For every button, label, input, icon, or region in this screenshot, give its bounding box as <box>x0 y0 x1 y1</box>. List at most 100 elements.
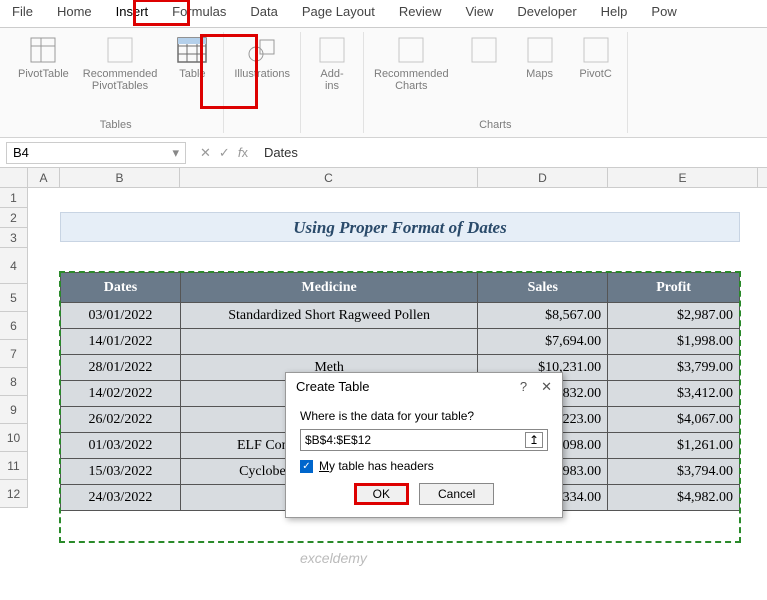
ribbon-group-label: Tables <box>100 117 132 133</box>
cell[interactable]: $1,998.00 <box>608 329 740 355</box>
cell[interactable]: $7,694.00 <box>478 329 608 355</box>
tab-view[interactable]: View <box>453 0 505 27</box>
formula-bar-row: B4 ▾ ✕ ✓ fx Dates <box>0 138 767 168</box>
row-header-4[interactable]: 4 <box>0 248 27 284</box>
chart-icon <box>468 34 500 66</box>
table-button-highlight <box>200 34 258 109</box>
ribbon-add--button[interactable]: Add-ins <box>307 32 357 94</box>
tab-help[interactable]: Help <box>589 0 640 27</box>
range-input[interactable]: $B$4:$E$12 ↥ <box>300 429 548 451</box>
ribbon-chart-button[interactable] <box>459 32 509 70</box>
close-icon[interactable]: ✕ <box>541 379 552 395</box>
cell[interactable]: $4,067.00 <box>608 407 740 433</box>
ribbon-group: RecommendedCharts MapsPivotC Charts <box>364 32 628 133</box>
row-header-10[interactable]: 10 <box>0 424 27 452</box>
tab-pow[interactable]: Pow <box>639 0 688 27</box>
ribbon-group: PivotTableRecommendedPivotTablesTableTab… <box>8 32 224 133</box>
row-header-8[interactable]: 8 <box>0 368 27 396</box>
cell[interactable]: $2,987.00 <box>608 303 740 329</box>
checkbox-checked-icon[interactable]: ✓ <box>300 460 313 473</box>
cell[interactable]: $3,794.00 <box>608 459 740 485</box>
tab-home[interactable]: Home <box>45 0 104 27</box>
formula-bar[interactable]: Dates <box>256 143 767 162</box>
row-header-2[interactable]: 2 <box>0 208 27 228</box>
ribbon-pivotc-button[interactable]: PivotC <box>571 32 621 82</box>
ribbon-group: Add-ins <box>301 32 364 133</box>
pivotc-icon <box>580 34 612 66</box>
cell[interactable]: Standardized Short Ragweed Pollen <box>180 303 477 329</box>
row-header-12[interactable]: 12 <box>0 480 27 508</box>
tab-page layout[interactable]: Page Layout <box>290 0 387 27</box>
cell[interactable] <box>180 329 477 355</box>
ribbon-group-label: Charts <box>479 117 511 133</box>
ok-button[interactable]: OK <box>354 483 409 505</box>
collapse-icon[interactable]: ↥ <box>525 432 543 448</box>
row-header-3[interactable]: 3 <box>0 228 27 248</box>
cell[interactable]: 03/01/2022 <box>61 303 181 329</box>
name-box-value: B4 <box>13 145 29 160</box>
headers-checkbox-row[interactable]: ✓ MMy table has headersy table has heade… <box>300 459 548 473</box>
select-all-corner[interactable] <box>0 168 28 187</box>
cancel-icon[interactable]: ✕ <box>200 145 211 161</box>
col-header-B[interactable]: B <box>60 168 180 187</box>
fx-icon[interactable]: fx <box>238 145 248 161</box>
header-sales[interactable]: Sales <box>478 273 608 303</box>
ribbon-maps-button[interactable]: Maps <box>515 32 565 82</box>
col-header-E[interactable]: E <box>608 168 758 187</box>
tab-bar: FileHomeInsertFormulasDataPage LayoutRev… <box>0 0 767 28</box>
formula-icons: ✕ ✓ fx <box>192 145 256 161</box>
row-header-6[interactable]: 6 <box>0 312 27 340</box>
cell[interactable]: 24/03/2022 <box>61 485 181 511</box>
cell[interactable]: 14/01/2022 <box>61 329 181 355</box>
watermark: exceldemy <box>300 550 367 566</box>
row-header-9[interactable]: 9 <box>0 396 27 424</box>
row-headers: 123456789101112 <box>0 188 28 508</box>
title-banner: Using Proper Format of Dates <box>60 212 740 242</box>
add--icon <box>316 34 348 66</box>
column-headers: ABCDE <box>0 168 767 188</box>
tab-review[interactable]: Review <box>387 0 454 27</box>
cancel-button[interactable]: Cancel <box>419 483 494 505</box>
cell[interactable]: $8,567.00 <box>478 303 608 329</box>
dialog-question: Where is the data for your table? <box>300 409 548 423</box>
cell[interactable]: 15/03/2022 <box>61 459 181 485</box>
cell[interactable]: $1,261.00 <box>608 433 740 459</box>
cell[interactable]: $3,799.00 <box>608 355 740 381</box>
help-icon[interactable]: ? <box>520 379 527 395</box>
dropdown-icon[interactable]: ▾ <box>172 145 179 161</box>
cell[interactable]: 28/01/2022 <box>61 355 181 381</box>
tab-file[interactable]: File <box>0 0 45 27</box>
col-header-D[interactable]: D <box>478 168 608 187</box>
range-value: $B$4:$E$12 <box>305 433 371 447</box>
checkbox-label: MMy table has headersy table has headers <box>319 459 434 473</box>
header-dates[interactable]: Dates <box>61 273 181 303</box>
dialog-title: Create Table <box>296 379 369 395</box>
name-box[interactable]: B4 ▾ <box>6 142 186 164</box>
recommended-icon <box>395 34 427 66</box>
ribbon-pivottable-button[interactable]: PivotTable <box>14 32 73 82</box>
row-header-7[interactable]: 7 <box>0 340 27 368</box>
row-header-1[interactable]: 1 <box>0 188 27 208</box>
row-header-11[interactable]: 11 <box>0 452 27 480</box>
table-row: 14/01/2022 $7,694.00$1,998.00 <box>61 329 740 355</box>
col-header-A[interactable]: A <box>28 168 60 187</box>
row-header-5[interactable]: 5 <box>0 284 27 312</box>
tab-data[interactable]: Data <box>238 0 289 27</box>
ribbon-recommended-button[interactable]: RecommendedPivotTables <box>79 32 162 94</box>
cell[interactable]: $3,412.00 <box>608 381 740 407</box>
cell[interactable]: 26/02/2022 <box>61 407 181 433</box>
cell[interactable]: 01/03/2022 <box>61 433 181 459</box>
maps-icon <box>524 34 556 66</box>
accept-icon[interactable]: ✓ <box>219 145 230 161</box>
col-header-C[interactable]: C <box>180 168 478 187</box>
cell[interactable]: 14/02/2022 <box>61 381 181 407</box>
tab-developer[interactable]: Developer <box>505 0 588 27</box>
ribbon-recommended-button[interactable]: RecommendedCharts <box>370 32 453 94</box>
create-table-dialog: Create Table ? ✕ Where is the data for y… <box>285 372 563 518</box>
cell[interactable]: $4,982.00 <box>608 485 740 511</box>
header-medicine[interactable]: Medicine <box>180 273 477 303</box>
insert-tab-highlight <box>133 0 190 26</box>
header-profit[interactable]: Profit <box>608 273 740 303</box>
ribbon: PivotTableRecommendedPivotTablesTableTab… <box>0 28 767 138</box>
pivottable-icon <box>27 34 59 66</box>
